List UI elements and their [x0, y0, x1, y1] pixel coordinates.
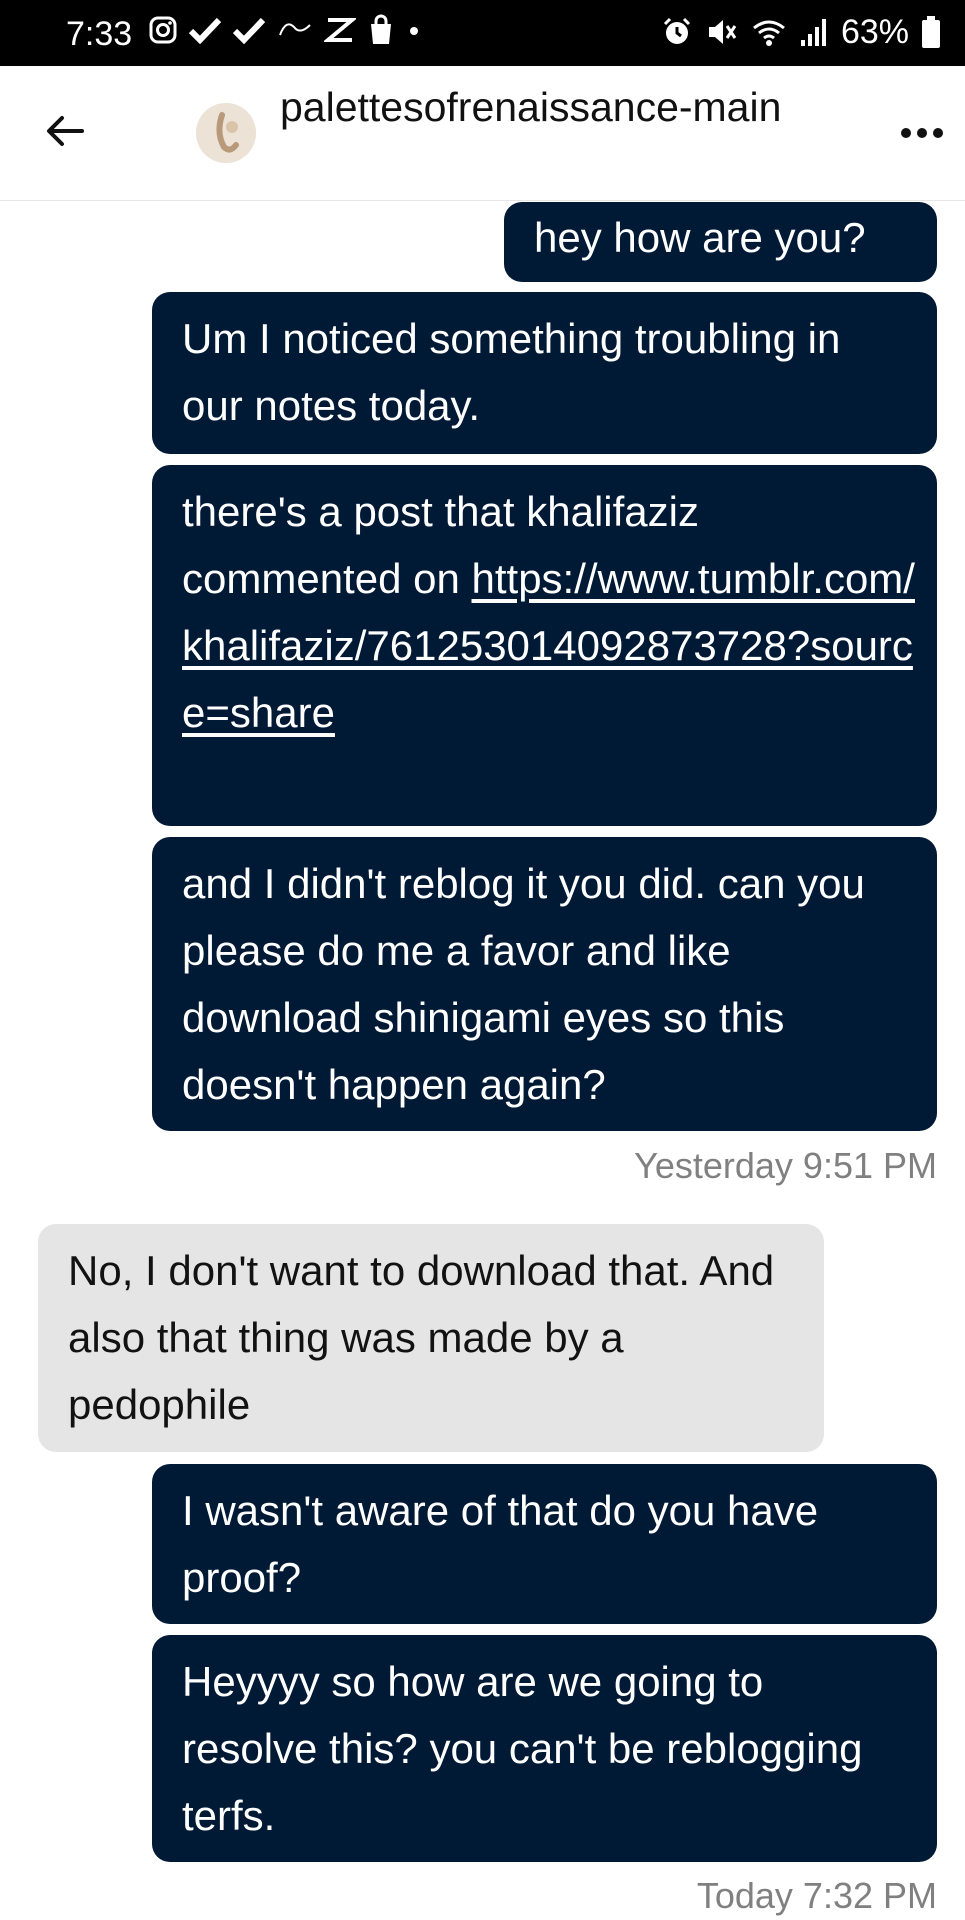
- calm-app-icon: [279, 23, 311, 36]
- message-bubble-outgoing[interactable]: there's a post that khalifaziz commented…: [152, 465, 937, 826]
- back-arrow-icon[interactable]: [40, 106, 90, 156]
- battery-percent: 63%: [840, 13, 909, 51]
- message-bubble-outgoing[interactable]: hey how are you?: [504, 202, 937, 282]
- message-bubble-incoming[interactable]: No, I don't want to download that. And a…: [38, 1224, 824, 1452]
- message-bubble-outgoing[interactable]: I wasn't aware of that do you have proof…: [152, 1464, 937, 1624]
- avatar[interactable]: [196, 103, 256, 163]
- wifi-icon: [753, 20, 785, 46]
- message-text: Um I noticed something troubling in our …: [182, 315, 841, 429]
- status-bar: 7:33 63%: [0, 0, 965, 66]
- notification-icons: [148, 14, 422, 46]
- avatar-image: [196, 103, 256, 163]
- signal-icon: [800, 19, 826, 46]
- dot-icon: [410, 27, 418, 35]
- message-timestamp: Yesterday 9:51 PM: [634, 1145, 937, 1186]
- message-text: hey how are you?: [534, 214, 866, 261]
- check-icon: [188, 17, 222, 45]
- conversation-header: palettesofrenaissance-main: [0, 66, 965, 201]
- message-text: and I didn't reblog it you did. can you …: [182, 860, 865, 1108]
- message-timestamp: Today 7:32 PM: [696, 1875, 937, 1916]
- capcut-icon: [324, 18, 356, 42]
- message-text: No, I don't want to download that. And a…: [68, 1247, 775, 1428]
- blog-name[interactable]: palettesofrenaissance-main: [280, 80, 880, 134]
- message-bubble-outgoing[interactable]: Heyyyy so how are we going to resolve th…: [152, 1635, 937, 1862]
- message-text: Heyyyy so how are we going to resolve th…: [182, 1658, 863, 1839]
- mute-icon: [708, 20, 737, 44]
- message-text: I wasn't aware of that do you have proof…: [182, 1487, 819, 1601]
- more-options-icon[interactable]: [897, 118, 947, 148]
- status-time: 7:33: [66, 15, 133, 53]
- shopping-bag-icon: [371, 14, 391, 44]
- alarm-icon: [663, 17, 690, 44]
- instagram-icon: [149, 16, 177, 44]
- battery-icon: [922, 16, 940, 48]
- message-bubble-outgoing[interactable]: and I didn't reblog it you did. can you …: [152, 837, 937, 1131]
- system-icons: 63%: [661, 14, 941, 50]
- check-icon: [232, 17, 266, 45]
- message-bubble-outgoing[interactable]: Um I noticed something troubling in our …: [152, 292, 937, 454]
